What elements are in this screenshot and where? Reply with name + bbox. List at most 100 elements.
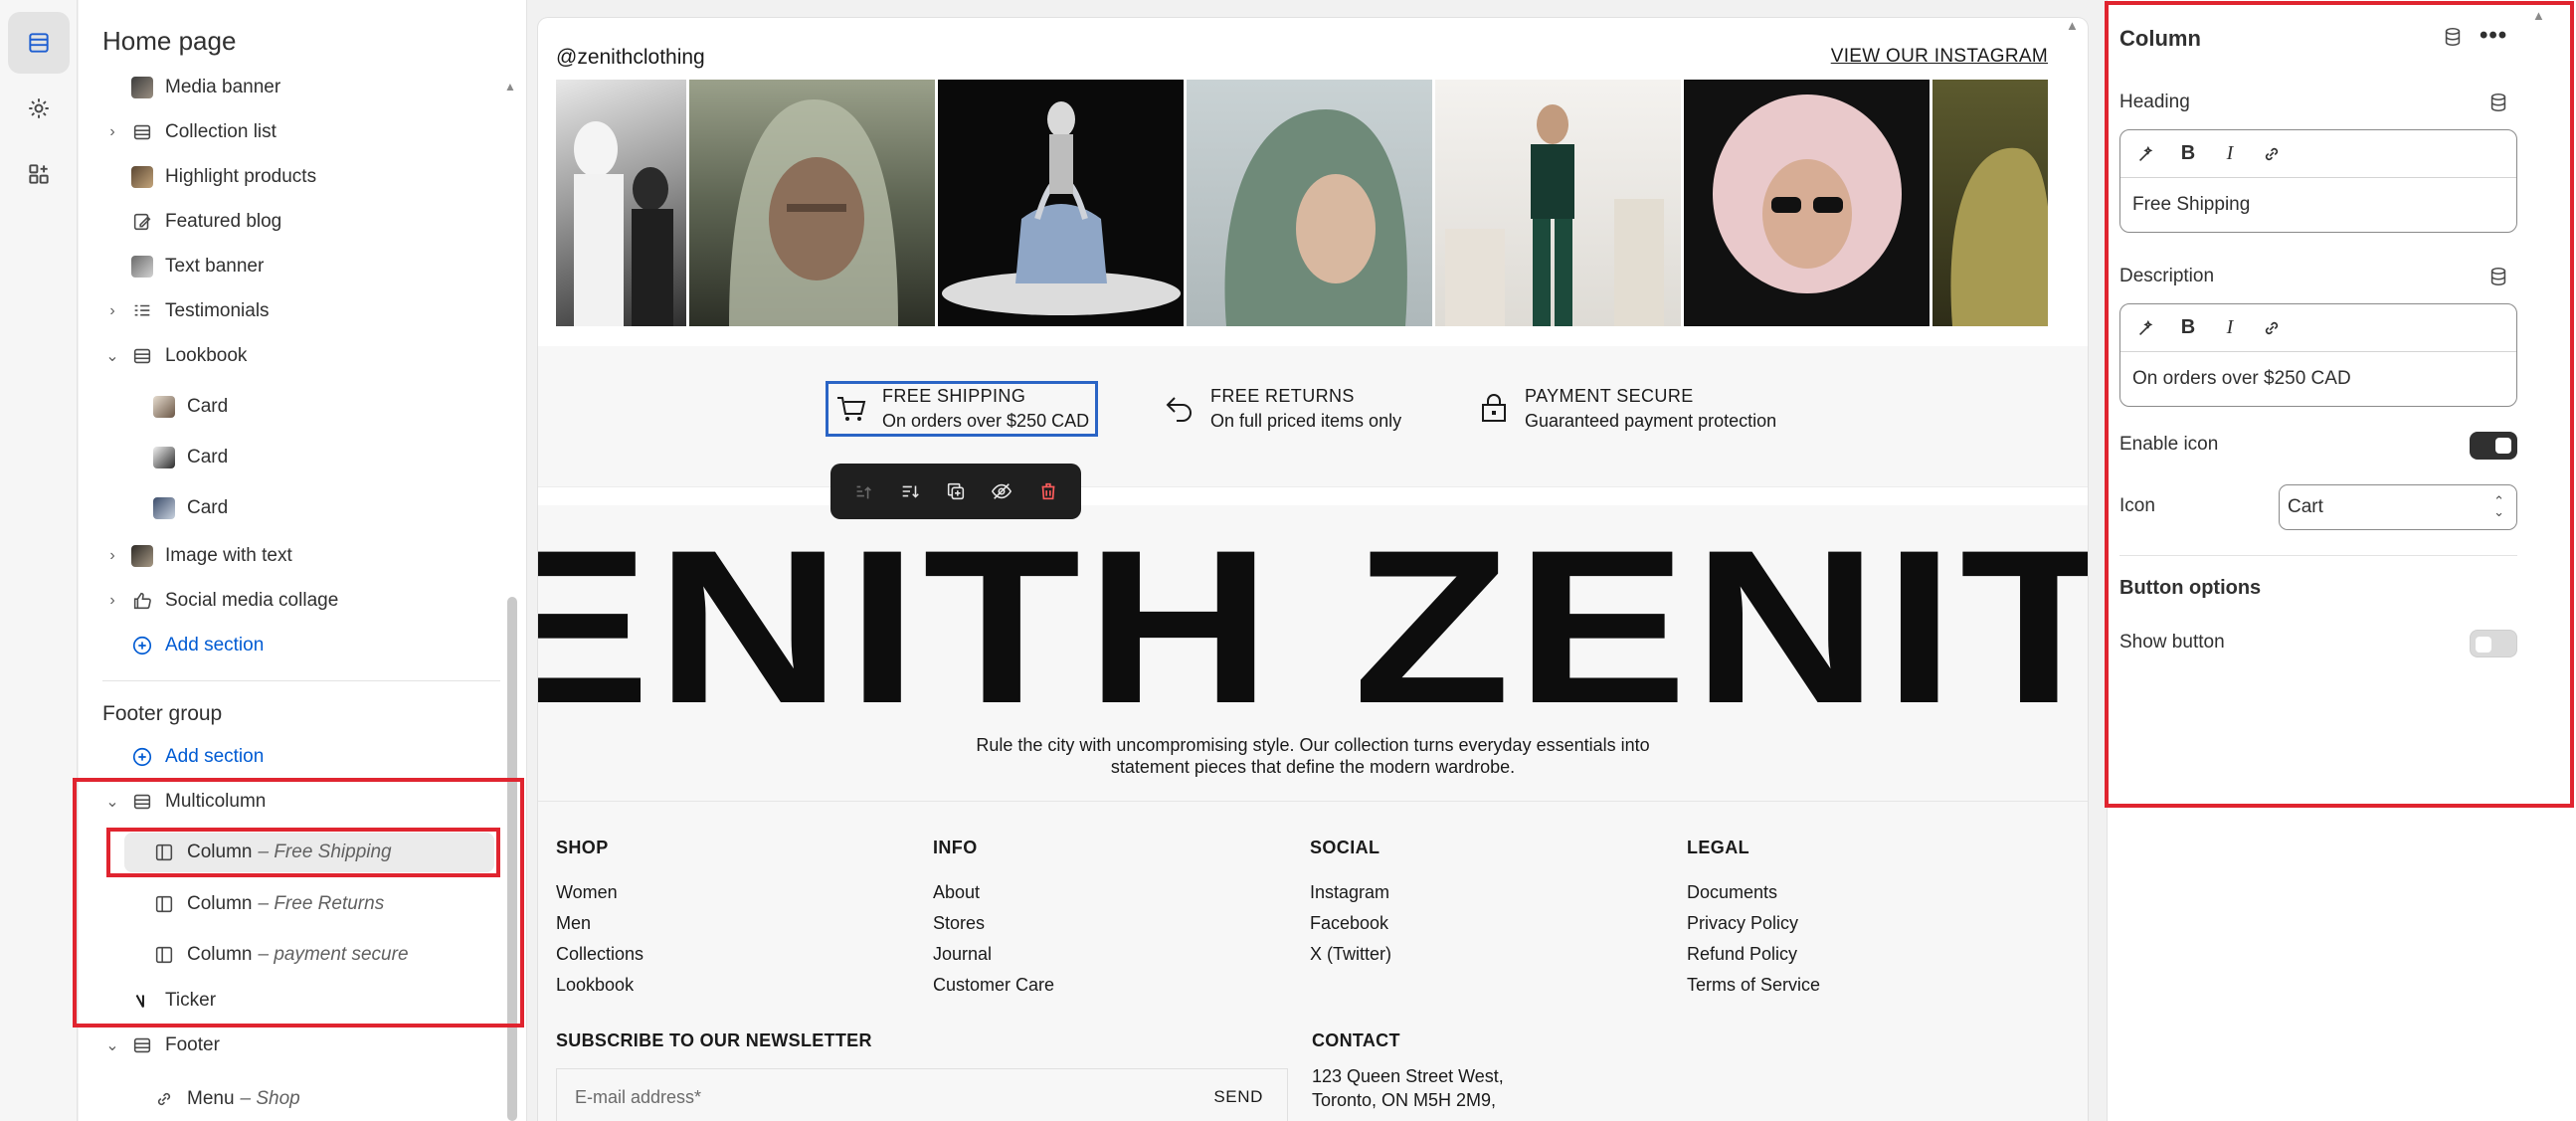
add-section-button[interactable]: Add section [130,737,264,777]
tree-item-card[interactable]: Card [152,387,228,427]
show-button-toggle[interactable] [2470,630,2517,657]
footer-link[interactable]: X (Twitter) [1310,944,1391,967]
card-image-icon [152,496,176,520]
footer-link[interactable]: Privacy Policy [1687,913,1820,936]
feature-free-returns[interactable]: FREE RETURNS On full priced items only [1163,386,1401,432]
heading-value[interactable]: Free Shipping [2120,178,2516,232]
feature-free-shipping[interactable]: FREE SHIPPING On orders over $250 CAD [825,381,1099,437]
footer-link[interactable]: Journal [933,944,1054,967]
chevron-right-icon[interactable]: › [102,302,122,320]
storefront-preview: @zenithclothing VIEW OUR INSTAGRAM FREE … [538,18,2088,1121]
instagram-photo[interactable] [1932,80,2048,326]
tree-item-image-with-text[interactable]: › Image with text [102,536,292,576]
feature-description: Guaranteed payment protection [1525,411,1777,431]
dynamic-source-icon[interactable] [2487,266,2509,287]
tree-item-column-free-shipping[interactable]: Column – Free Shipping [124,833,494,872]
footer-link[interactable]: Women [556,882,644,905]
add-section-button[interactable]: Add section [130,626,264,665]
preview-scroll-up-arrow[interactable]: ▲ [2066,18,2079,33]
bold-icon[interactable]: B [2176,316,2200,340]
enable-icon-toggle[interactable] [2470,432,2517,460]
tree-item-ticker[interactable]: Ticker [130,981,216,1021]
move-up-icon[interactable] [848,476,878,506]
footer-link[interactable]: About [933,882,1054,905]
footer-column-title: INFO [933,838,978,857]
tree-item-featured-blog[interactable]: Featured blog [102,202,281,242]
ai-sparkle-icon[interactable] [2134,316,2158,340]
delete-icon[interactable] [1033,476,1063,506]
instagram-photo[interactable] [938,80,1184,326]
chevron-down-icon[interactable]: ⌄ [102,792,122,812]
tree-item-card[interactable]: Card [152,488,228,528]
chevron-down-icon[interactable]: ⌄ [102,346,122,366]
footer-link[interactable]: Terms of Service [1687,975,1820,998]
chevron-right-icon[interactable]: › [102,123,122,141]
heading-rich-text-editor[interactable]: B I Free Shipping [2119,129,2517,233]
description-rich-text-editor[interactable]: B I On orders over $250 CAD [2119,303,2517,407]
ai-sparkle-icon[interactable] [2134,142,2158,166]
instagram-photo[interactable] [1187,80,1432,326]
tree-item-testimonials[interactable]: › Testimonials [102,291,269,331]
instagram-photo[interactable] [689,80,935,326]
tree-item-card[interactable]: Card [152,438,228,477]
description-label: Description [2119,266,2215,286]
footer-link[interactable]: Refund Policy [1687,944,1820,967]
feature-payment-secure[interactable]: PAYMENT SECURE Guaranteed payment protec… [1477,386,1776,432]
newsletter-email-input[interactable]: E-mail address* SEND [556,1068,1288,1121]
tree-item-lookbook[interactable]: ⌄ Lookbook [102,336,247,376]
chevron-right-icon[interactable]: › [102,592,122,610]
duplicate-icon[interactable] [941,476,971,506]
sidebar-scrollbar[interactable] [507,597,517,1121]
view-instagram-link[interactable]: VIEW OUR INSTAGRAM [1831,46,2048,68]
footer-link[interactable]: Documents [1687,882,1820,905]
footer-link[interactable]: Customer Care [933,975,1054,998]
footer-link[interactable]: Men [556,913,644,936]
highlight-products-icon [130,165,154,189]
tree-item-column-payment-secure[interactable]: Column – payment secure [152,935,409,975]
link-icon[interactable] [2260,142,2284,166]
instagram-photo[interactable] [1435,80,1681,326]
hide-eye-icon[interactable] [987,476,1016,506]
tree-item-media-banner[interactable]: Media banner [102,68,280,107]
card-image-icon [152,395,176,419]
theme-settings-button[interactable] [8,78,70,139]
scroll-up-arrow[interactable]: ▲ [504,80,516,93]
chevron-down-icon[interactable]: ⌄ [102,1035,122,1055]
add-section-label: Add section [165,635,265,655]
footer-link[interactable]: Lookbook [556,975,644,998]
instagram-photo[interactable] [556,80,686,326]
panel-scroll-up-arrow[interactable]: ▲ [2532,8,2545,23]
gear-icon [29,98,49,118]
sections-nav-button[interactable] [8,12,70,74]
tree-item-footer[interactable]: ⌄ Footer [102,1026,220,1065]
italic-icon[interactable]: I [2218,142,2242,166]
rich-text-toolbar: B I [2120,130,2516,178]
footer-link[interactable]: Stores [933,913,1054,936]
instagram-photo[interactable] [1684,80,1930,326]
bold-icon[interactable]: B [2176,142,2200,166]
tree-item-highlight-products[interactable]: Highlight products [102,157,316,197]
tree-item-menu-shop[interactable]: Menu – Shop [152,1079,300,1119]
tree-item-text-banner[interactable]: Text banner [102,247,264,286]
tree-item-label: Column [187,841,253,862]
dynamic-source-icon[interactable] [2442,26,2464,48]
app-rail [0,0,78,1121]
tree-item-multicolumn[interactable]: ⌄ Multicolumn [102,782,266,822]
description-value[interactable]: On orders over $250 CAD [2120,352,2516,406]
chevron-right-icon[interactable]: › [102,547,122,565]
footer-link[interactable]: Instagram [1310,882,1391,905]
tree-item-label: Lookbook [165,345,248,366]
tree-item-column-free-returns[interactable]: Column – Free Returns [152,884,384,924]
move-down-icon[interactable] [895,476,925,506]
link-icon[interactable] [2260,316,2284,340]
icon-select[interactable]: Cart ⌃ ⌄ [2279,484,2517,530]
tree-item-collection-list[interactable]: › Collection list [102,112,276,152]
apps-button[interactable] [8,143,70,205]
newsletter-send-button[interactable]: SEND [1213,1087,1263,1107]
dynamic-source-icon[interactable] [2487,92,2509,113]
more-options-icon[interactable]: ••• [2480,22,2507,50]
tree-item-social-media-collage[interactable]: › Social media collage [102,581,338,621]
footer-link[interactable]: Collections [556,944,644,967]
footer-link[interactable]: Facebook [1310,913,1391,936]
italic-icon[interactable]: I [2218,316,2242,340]
